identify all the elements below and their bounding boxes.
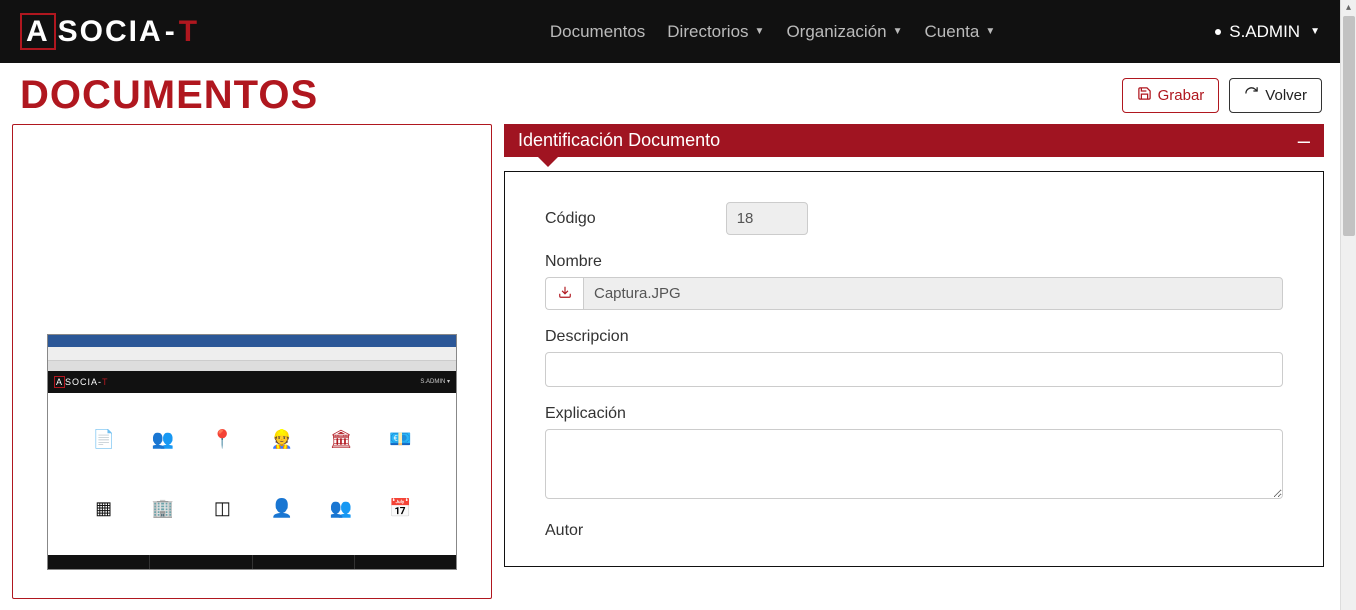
document-preview-panel: ASOCIA-T S.ADMIN ▾ 📄 👥 📍 👷 🏛 💶 ▦ 🏢 ◫ 👤 👥 bbox=[12, 124, 492, 599]
download-icon bbox=[558, 285, 572, 303]
thumb-doc-icon: 📄 bbox=[74, 405, 133, 474]
thumb-buildings-icon: 🏢 bbox=[133, 474, 192, 543]
nav-organizacion-label: Organización bbox=[786, 22, 886, 42]
reload-icon bbox=[1244, 86, 1259, 105]
thumb-bank-icon: 🏛 bbox=[311, 405, 370, 474]
logo-dash: - bbox=[163, 15, 179, 49]
page-title: DOCUMENTOS bbox=[20, 73, 318, 118]
nav-directorios[interactable]: Directorios ▼ bbox=[667, 22, 764, 42]
row-codigo: Código bbox=[545, 202, 1283, 235]
download-button[interactable] bbox=[545, 277, 583, 310]
codigo-label: Código bbox=[545, 210, 596, 228]
thumb-logo-t: T bbox=[102, 377, 109, 387]
explicacion-label: Explicación bbox=[545, 405, 1283, 423]
navbar: A SOCIA - T Documentos Directorios ▼ Org… bbox=[0, 0, 1340, 63]
content: ASOCIA-T S.ADMIN ▾ 📄 👥 📍 👷 🏛 💶 ▦ 🏢 ◫ 👤 👥 bbox=[0, 124, 1340, 599]
thumb-window-titlebar bbox=[48, 335, 456, 347]
thumb-users-icon: 👥 bbox=[133, 405, 192, 474]
thumb-icons-grid: 📄 👥 📍 👷 🏛 💶 ▦ 🏢 ◫ 👤 👥 📅 bbox=[48, 393, 456, 555]
action-buttons: Grabar Volver bbox=[1122, 78, 1322, 113]
volver-button[interactable]: Volver bbox=[1229, 78, 1322, 113]
thumb-window-tabbar bbox=[48, 361, 456, 371]
nombre-group bbox=[545, 277, 1283, 310]
thumb-calendar-icon: 📅 bbox=[371, 474, 430, 543]
form-panel: Identificación Documento – Código Nombre bbox=[504, 124, 1324, 567]
thumb-user: S.ADMIN ▾ bbox=[420, 378, 450, 385]
chevron-down-icon: ▼ bbox=[985, 26, 995, 37]
row-autor: Autor bbox=[545, 522, 1283, 540]
panel-collapse-icon[interactable]: – bbox=[1298, 136, 1310, 146]
thumb-pin-icon: 📍 bbox=[193, 405, 252, 474]
explicacion-field[interactable] bbox=[545, 429, 1283, 499]
thumb-person-icon: 👤 bbox=[252, 474, 311, 543]
grabar-button[interactable]: Grabar bbox=[1122, 78, 1220, 113]
descripcion-field[interactable] bbox=[545, 352, 1283, 387]
scroll-up-icon[interactable]: ▴ bbox=[1341, 0, 1356, 16]
nav-user-menu[interactable]: S.ADMIN ▼ bbox=[1215, 22, 1320, 42]
row-explicacion: Explicación bbox=[545, 405, 1283, 504]
row-nombre: Nombre bbox=[545, 253, 1283, 310]
nav-documentos-label: Documentos bbox=[550, 22, 645, 42]
descripcion-label: Descripcion bbox=[545, 328, 1283, 346]
panel-body: Código Nombre Descripci bbox=[504, 171, 1324, 567]
thumb-footer bbox=[48, 555, 456, 569]
thumb-layout-icon: ◫ bbox=[193, 474, 252, 543]
panel-title: Identificación Documento bbox=[518, 130, 720, 151]
nav-user-label: S.ADMIN bbox=[1229, 22, 1300, 42]
logo-letter-t: T bbox=[179, 15, 199, 49]
volver-label: Volver bbox=[1265, 87, 1307, 104]
thumb-logo-socia: SOCIA bbox=[65, 377, 98, 387]
nav-menu: Documentos Directorios ▼ Organización ▼ … bbox=[550, 22, 995, 42]
panel-header[interactable]: Identificación Documento – bbox=[504, 124, 1324, 157]
thumb-logo-a: A bbox=[54, 376, 65, 388]
logo-letter-a: A bbox=[20, 13, 56, 50]
nav-cuenta-label: Cuenta bbox=[925, 22, 980, 42]
thumb-worker-icon: 👷 bbox=[252, 405, 311, 474]
brand-logo[interactable]: A SOCIA - T bbox=[20, 13, 199, 50]
vertical-scrollbar[interactable]: ▴ bbox=[1340, 0, 1356, 610]
nav-documentos[interactable]: Documentos bbox=[550, 22, 645, 42]
grabar-label: Grabar bbox=[1158, 87, 1205, 104]
nombre-field bbox=[583, 277, 1283, 310]
status-dot-icon bbox=[1215, 29, 1221, 35]
logo-text-socia: SOCIA bbox=[58, 15, 163, 49]
codigo-field bbox=[726, 202, 808, 235]
thumb-money-icon: 💶 bbox=[371, 405, 430, 474]
nav-cuenta[interactable]: Cuenta ▼ bbox=[925, 22, 996, 42]
thumb-navbar: ASOCIA-T S.ADMIN ▾ bbox=[48, 371, 456, 393]
save-icon bbox=[1137, 86, 1152, 105]
nav-organizacion[interactable]: Organización ▼ bbox=[786, 22, 902, 42]
chevron-down-icon: ▼ bbox=[755, 26, 765, 37]
thumb-group-icon: 👥 bbox=[311, 474, 370, 543]
document-preview-thumbnail[interactable]: ASOCIA-T S.ADMIN ▾ 📄 👥 📍 👷 🏛 💶 ▦ 🏢 ◫ 👤 👥 bbox=[47, 334, 457, 570]
chevron-down-icon: ▼ bbox=[893, 26, 903, 37]
chevron-down-icon: ▼ bbox=[1310, 26, 1320, 37]
nav-directorios-label: Directorios bbox=[667, 22, 748, 42]
autor-label: Autor bbox=[545, 522, 1283, 540]
thumb-window-urlbar bbox=[48, 347, 456, 361]
row-descripcion: Descripcion bbox=[545, 328, 1283, 387]
nombre-label: Nombre bbox=[545, 253, 1283, 271]
action-bar: DOCUMENTOS Grabar Volver bbox=[0, 63, 1340, 124]
scroll-thumb[interactable] bbox=[1343, 16, 1355, 236]
thumb-grid-icon: ▦ bbox=[74, 474, 133, 543]
